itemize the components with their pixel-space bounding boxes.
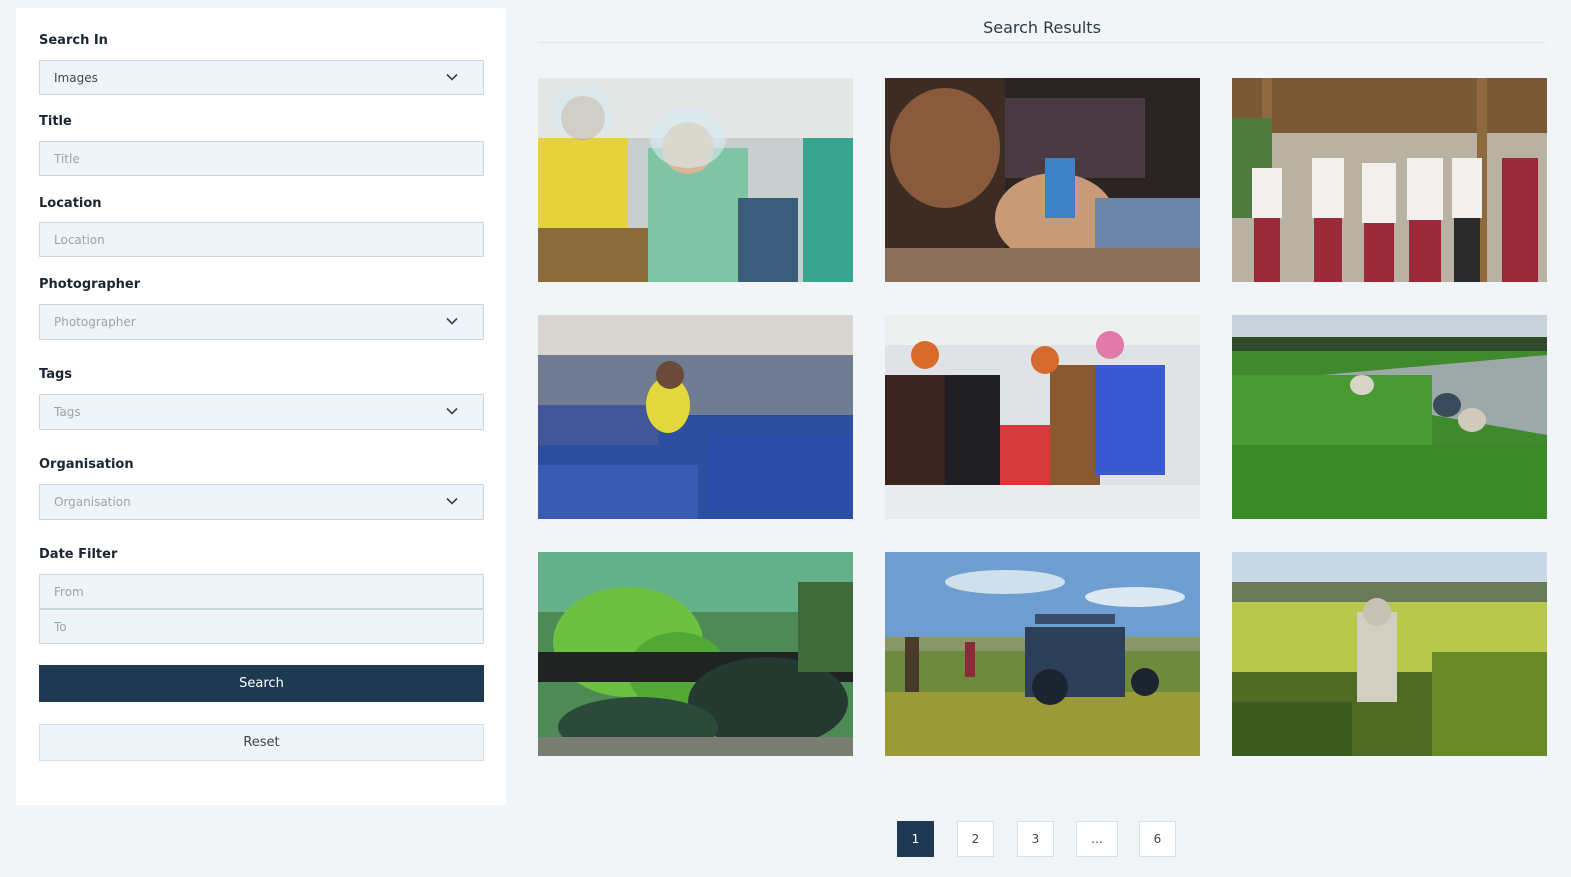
location-input[interactable]: Location: [39, 222, 484, 257]
location-label: Location: [39, 196, 102, 211]
result-image-7[interactable]: [538, 552, 853, 756]
results-divider: [538, 42, 1546, 43]
page-1-button[interactable]: 1: [897, 821, 934, 857]
title-label: Title: [39, 114, 72, 129]
organisation-label: Organisation: [39, 457, 134, 472]
result-image-8[interactable]: [885, 552, 1200, 756]
chevron-down-icon: [446, 497, 458, 505]
result-image-1[interactable]: [538, 78, 853, 282]
date-to-placeholder: To: [54, 619, 67, 634]
result-image-5[interactable]: [885, 315, 1200, 519]
result-image-6[interactable]: [1232, 315, 1547, 519]
tags-select[interactable]: Tags: [39, 394, 484, 430]
page-2-button[interactable]: 2: [957, 821, 994, 857]
title-input[interactable]: Title: [39, 141, 484, 176]
photographer-select[interactable]: Photographer: [39, 304, 484, 340]
location-placeholder: Location: [54, 232, 105, 247]
reset-button[interactable]: Reset: [39, 724, 484, 761]
date-filter-label: Date Filter: [39, 547, 118, 562]
date-to-input[interactable]: To: [39, 609, 484, 644]
search-in-value: Images: [54, 70, 98, 85]
chevron-down-icon: [446, 317, 458, 325]
organisation-select[interactable]: Organisation: [39, 484, 484, 520]
photographer-placeholder: Photographer: [54, 315, 136, 329]
date-from-placeholder: From: [54, 584, 84, 599]
result-image-3[interactable]: [1232, 78, 1547, 282]
search-in-label: Search In: [39, 33, 108, 48]
date-from-input[interactable]: From: [39, 574, 484, 609]
search-in-select[interactable]: Images: [39, 60, 484, 95]
results-title: Search Results: [983, 18, 1101, 37]
search-button[interactable]: Search: [39, 665, 484, 702]
page-ellipsis: ...: [1076, 821, 1118, 857]
tags-label: Tags: [39, 367, 73, 382]
page-3-button[interactable]: 3: [1017, 821, 1054, 857]
tags-placeholder: Tags: [54, 405, 81, 419]
result-image-2[interactable]: [885, 78, 1200, 282]
title-placeholder: Title: [54, 151, 80, 166]
photographer-label: Photographer: [39, 277, 141, 292]
result-image-4[interactable]: [538, 315, 853, 519]
chevron-down-icon: [446, 407, 458, 415]
filter-panel: Search In Images Title Title Location Lo…: [16, 8, 506, 805]
result-image-9[interactable]: [1232, 552, 1547, 756]
chevron-down-icon: [446, 73, 458, 81]
page-6-button[interactable]: 6: [1139, 821, 1176, 857]
organisation-placeholder: Organisation: [54, 495, 131, 509]
